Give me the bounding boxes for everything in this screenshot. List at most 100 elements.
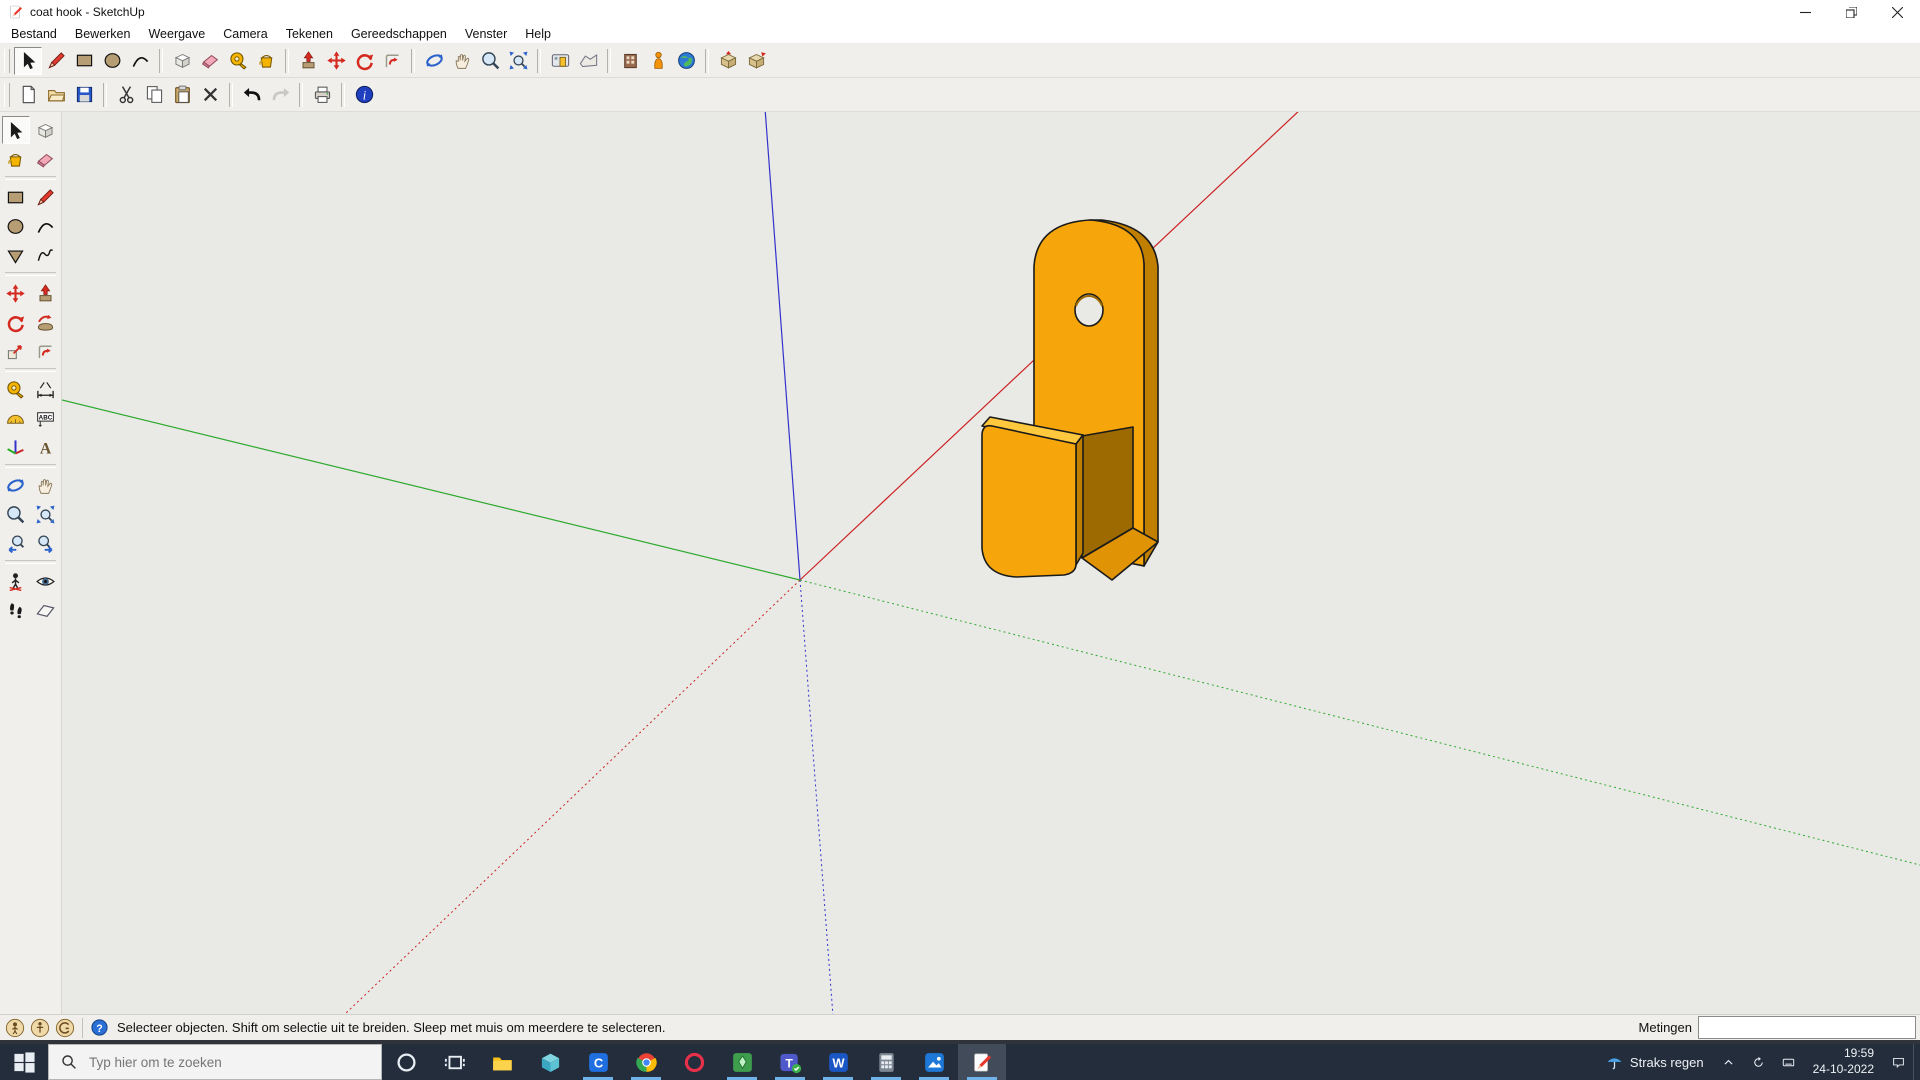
sketchup-button[interactable] — [958, 1044, 1006, 1080]
show-desktop-button[interactable] — [1913, 1044, 1920, 1080]
3d-viewport[interactable] — [62, 112, 1920, 1014]
menu-gereedschappen[interactable]: Gereedschappen — [342, 27, 456, 41]
geolocation-icon[interactable] — [5, 1018, 25, 1038]
zoom-tool-button[interactable] — [476, 47, 504, 75]
look-around-tool[interactable] — [32, 567, 60, 595]
pan-tool[interactable] — [32, 471, 60, 499]
warehouse-get-button[interactable] — [714, 47, 742, 75]
toolbar-grip[interactable] — [4, 83, 10, 107]
opera-gx-button[interactable] — [670, 1044, 718, 1080]
rotate-tool[interactable] — [2, 308, 30, 336]
zoom-extents-tool[interactable] — [32, 500, 60, 528]
close-button[interactable] — [1874, 0, 1920, 24]
chrome-button[interactable] — [622, 1044, 670, 1080]
zoom-tool[interactable] — [2, 500, 30, 528]
save-button[interactable] — [70, 81, 98, 109]
rectangle-tool[interactable] — [2, 183, 30, 211]
undo-button[interactable] — [238, 81, 266, 109]
section-plane-tool[interactable] — [32, 596, 60, 624]
sims4-button[interactable] — [718, 1044, 766, 1080]
tray-update-icon[interactable] — [1744, 1044, 1774, 1080]
text-tool[interactable] — [32, 404, 60, 432]
warehouse-share-button[interactable] — [742, 47, 770, 75]
move-tool-button[interactable] — [322, 47, 350, 75]
get-models-button[interactable] — [644, 47, 672, 75]
rotate-tool-button[interactable] — [350, 47, 378, 75]
notification-center-icon[interactable] — [1883, 1044, 1913, 1080]
arc-tool-button[interactable] — [126, 47, 154, 75]
offset-tool-button[interactable] — [378, 47, 406, 75]
menu-bewerken[interactable]: Bewerken — [66, 27, 140, 41]
polygon-tool[interactable] — [2, 241, 30, 269]
redo-button[interactable] — [266, 81, 294, 109]
menu-venster[interactable]: Venster — [456, 27, 516, 41]
copy-button[interactable] — [140, 81, 168, 109]
paste-button[interactable] — [168, 81, 196, 109]
protractor-tool[interactable] — [2, 404, 30, 432]
start-button[interactable] — [0, 1044, 48, 1080]
orbit-tool-button[interactable] — [420, 47, 448, 75]
minimize-button[interactable] — [1782, 0, 1828, 24]
next-view-tool[interactable] — [32, 529, 60, 557]
toggle-terrain-button[interactable] — [574, 47, 602, 75]
line-tool-button[interactable] — [42, 47, 70, 75]
zoom-extents-button[interactable] — [504, 47, 532, 75]
photos-button[interactable] — [910, 1044, 958, 1080]
attribution-icon[interactable] — [30, 1018, 50, 1038]
menu-camera[interactable]: Camera — [214, 27, 276, 41]
model-info-button[interactable] — [350, 81, 378, 109]
taskbar-clock[interactable]: 19:59 24-10-2022 — [1804, 1046, 1883, 1077]
line-tool[interactable] — [32, 183, 60, 211]
app-c-button[interactable] — [574, 1044, 622, 1080]
print-button[interactable] — [308, 81, 336, 109]
3d-viewer-button[interactable] — [526, 1044, 574, 1080]
eraser-tool[interactable] — [32, 145, 60, 173]
position-camera-tool[interactable] — [2, 567, 30, 595]
previous-view-tool[interactable] — [2, 529, 30, 557]
menu-bestand[interactable]: Bestand — [2, 27, 66, 41]
tray-input-icon[interactable] — [1774, 1044, 1804, 1080]
walk-tool[interactable] — [2, 596, 30, 624]
weather-widget[interactable]: Straks regen — [1596, 1054, 1714, 1071]
coat-hook-model[interactable] — [982, 220, 1158, 580]
teams-button[interactable] — [766, 1044, 814, 1080]
move-tool[interactable] — [2, 279, 30, 307]
delete-button[interactable] — [196, 81, 224, 109]
arc-tool[interactable] — [32, 212, 60, 240]
paint-bucket-button[interactable] — [252, 47, 280, 75]
tape-measure-button[interactable] — [224, 47, 252, 75]
circle-tool-button[interactable] — [98, 47, 126, 75]
file-explorer-button[interactable] — [478, 1044, 526, 1080]
make-component-button[interactable] — [168, 47, 196, 75]
orbit-tool[interactable] — [2, 471, 30, 499]
freehand-tool[interactable] — [32, 241, 60, 269]
open-button[interactable] — [42, 81, 70, 109]
tape-measure-tool[interactable] — [2, 375, 30, 403]
rectangle-tool-button[interactable] — [70, 47, 98, 75]
search-input[interactable] — [87, 1054, 331, 1071]
menu-help[interactable]: Help — [516, 27, 560, 41]
cut-button[interactable] — [112, 81, 140, 109]
photo-textures-button[interactable] — [616, 47, 644, 75]
select-tool-button[interactable] — [14, 47, 42, 75]
signin-icon[interactable] — [55, 1018, 75, 1038]
taskbar-search[interactable] — [48, 1044, 382, 1080]
calculator-button[interactable] — [862, 1044, 910, 1080]
help-icon[interactable] — [90, 1018, 109, 1037]
menu-weergave[interactable]: Weergave — [139, 27, 214, 41]
menu-tekenen[interactable]: Tekenen — [277, 27, 342, 41]
make-component-tool[interactable] — [32, 116, 60, 144]
follow-me-tool[interactable] — [32, 308, 60, 336]
word-button[interactable] — [814, 1044, 862, 1080]
push-pull-button[interactable] — [294, 47, 322, 75]
cortana-button[interactable] — [382, 1044, 430, 1080]
restore-button[interactable] — [1828, 0, 1874, 24]
measurements-input[interactable] — [1698, 1016, 1916, 1039]
paint-bucket-tool[interactable] — [2, 145, 30, 173]
scale-tool[interactable] — [2, 337, 30, 365]
pan-tool-button[interactable] — [448, 47, 476, 75]
axes-tool[interactable] — [2, 433, 30, 461]
task-view-button[interactable] — [430, 1044, 478, 1080]
3d-text-tool[interactable] — [32, 433, 60, 461]
hidden-icons-chevron[interactable] — [1714, 1044, 1744, 1080]
